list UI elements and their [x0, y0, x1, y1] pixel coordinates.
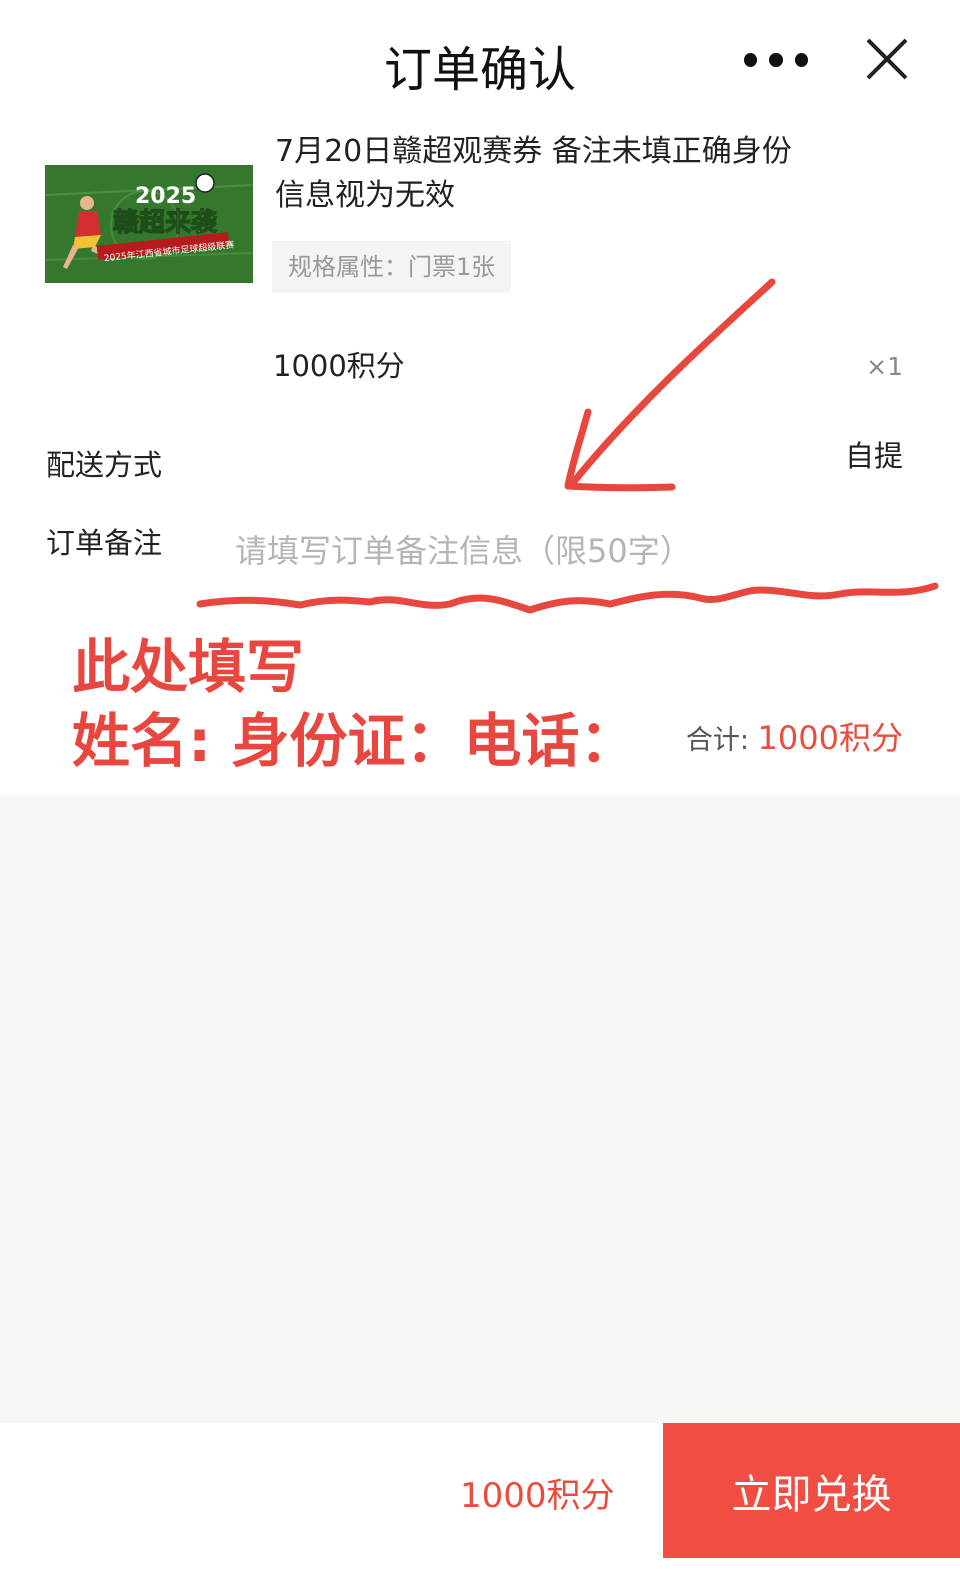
page-title: 订单确认: [383, 42, 576, 98]
total-label: 合计:: [685, 725, 749, 756]
handwritten-note-line1: 此处填写: [72, 633, 305, 701]
image-headline: 赣超来袭: [113, 207, 218, 238]
handwritten-note-line2: 姓名: 身份证：电话：: [72, 707, 638, 775]
footer-price: 1000积分: [460, 1476, 615, 1516]
remark-label: 订单备注: [46, 526, 163, 560]
content-background: [0, 795, 960, 1423]
redeem-button[interactable]: 立即兑换: [663, 1423, 960, 1558]
total-value: 1000积分: [757, 719, 903, 757]
remark-input[interactable]: [235, 525, 875, 577]
product-price: 1000积分: [273, 349, 405, 383]
delivery-label: 配送方式: [46, 448, 163, 482]
more-dots-icon[interactable]: [744, 48, 808, 72]
order-total: 合计: 1000积分: [686, 713, 903, 759]
image-year: 2025: [135, 184, 196, 209]
delivery-value[interactable]: 自提: [845, 433, 903, 475]
close-icon[interactable]: [862, 34, 912, 84]
product-quantity: ×1: [866, 352, 903, 381]
product-image: 2025 赣超来袭 2025年江西省城市足球超级联赛: [45, 165, 253, 283]
spec-tag: 规格属性：门票1张: [272, 241, 512, 293]
product-name: 7月20日赣超观赛券 备注未填正确身份信息视为无效: [275, 134, 792, 213]
handwritten-note: 此处填写 姓名: 身份证：电话：: [72, 630, 637, 778]
